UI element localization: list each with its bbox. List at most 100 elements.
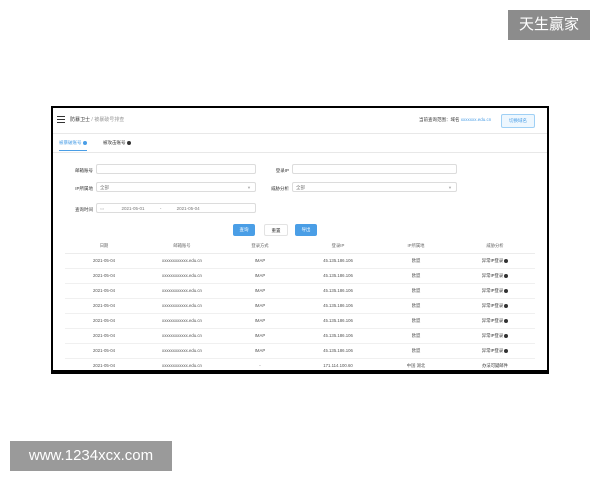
threat-text: 异常IP登录 <box>481 258 504 263</box>
col-date: 日期 <box>99 243 109 248</box>
cell-threat[interactable]: 异常IP登录 <box>455 299 535 313</box>
cell-login-method: - <box>259 363 261 368</box>
cell-threat[interactable]: 异常IP登录 <box>455 329 535 343</box>
info-icon[interactable] <box>126 140 131 145</box>
threat-text: 异常IP登录 <box>481 273 504 278</box>
login-ip-input[interactable] <box>292 164 457 174</box>
switch-domain-button[interactable]: 切换域名 <box>501 114 535 128</box>
cell-login-method: IMAP <box>254 318 266 323</box>
cell-ip-region: 欧盟 <box>411 348 421 353</box>
threat-label: 威胁分析 <box>271 186 289 191</box>
breadcrumb-app[interactable]: 防暴卫士 <box>70 117 90 123</box>
cell-login-ip: 45.135.186.106 <box>323 333 353 338</box>
cell-account: xxxxxxxxxxxx.edu.cn <box>162 363 202 368</box>
col-account: 邮箱账号 <box>173 243 191 248</box>
threat-text: 异常IP登录 <box>481 318 504 323</box>
help-icon[interactable] <box>504 288 509 293</box>
cell-date: 2021-05-04 <box>93 348 115 353</box>
threat-text: 异常IP登录 <box>481 348 504 353</box>
col-login-ip: 登录IP <box>331 243 345 248</box>
cell-date: 2021-05-04 <box>93 318 115 323</box>
threat-text: 异常IP登录 <box>481 303 504 308</box>
help-icon[interactable] <box>504 318 509 323</box>
help-icon[interactable] <box>504 258 509 263</box>
ip-region-select[interactable]: 全部 ▼ <box>96 182 256 192</box>
table-row[interactable]: 2021-05-04 xxxxxxxxxxxx.edu.cn IMAP 45.1… <box>65 269 535 284</box>
date-range-picker[interactable]: ▭ 2021-05-01 - 2021-05-04 <box>96 203 256 213</box>
cell-login-method: IMAP <box>254 348 266 353</box>
query-range-value: xxxxxxx.edu.cn <box>460 117 492 122</box>
table-row[interactable]: 2021-05-04 xxxxxxxxxxxx.edu.cn IMAP 45.1… <box>65 329 535 344</box>
cell-date: 2021-05-04 <box>93 303 115 308</box>
cell-login-method: IMAP <box>254 288 266 293</box>
cell-ip-region: 欧盟 <box>411 333 421 338</box>
cell-ip-region: 欧盟 <box>411 288 421 293</box>
help-icon[interactable] <box>504 273 509 278</box>
table-row[interactable]: 2021-05-04 xxxxxxxxxxxx.edu.cn IMAP 45.1… <box>65 299 535 314</box>
threat-select[interactable]: 全部 ▼ <box>292 182 457 192</box>
cell-account: xxxxxxxxxxxx.edu.cn <box>162 318 202 323</box>
cell-date: 2021-05-04 <box>93 258 115 263</box>
cell-date: 2021-05-04 <box>93 273 115 278</box>
cell-account: xxxxxxxxxxxx.edu.cn <box>162 258 202 263</box>
breadcrumb-page: 被暴破号排查 <box>94 117 125 123</box>
date-start: 2021-05-01 <box>121 206 145 211</box>
help-icon[interactable] <box>504 303 509 308</box>
table-row[interactable]: 2021-05-04 xxxxxxxxxxxx.edu.cn IMAP 45.1… <box>65 254 535 269</box>
cell-date: 2021-05-04 <box>93 288 115 293</box>
query-time-label: 查询时间 <box>75 207 93 212</box>
cell-login-method: IMAP <box>254 273 266 278</box>
cell-login-ip: 45.135.186.106 <box>323 288 353 293</box>
cell-threat[interactable]: 异常IP登录 <box>455 254 535 268</box>
menu-icon[interactable] <box>57 116 65 123</box>
query-range-label: 当前查询范围：域名 <box>419 117 460 122</box>
tab-bar: 被暴破账号 被攻击账号 <box>53 134 547 153</box>
info-icon[interactable] <box>82 140 87 145</box>
cell-login-method: IMAP <box>254 303 266 308</box>
top-bar: 防暴卫士 / 被暴破号排查 当前查询范围：域名 xxxxxxx.edu.cn 切… <box>53 108 547 134</box>
query-range: 当前查询范围：域名 xxxxxxx.edu.cn <box>419 117 491 123</box>
cell-login-ip: 45.135.186.106 <box>323 318 353 323</box>
threat-value: 全部 <box>296 185 305 190</box>
cell-threat[interactable]: 异常IP登录 <box>455 284 535 298</box>
date-end: 2021-05-04 <box>176 206 200 211</box>
cell-threat[interactable]: 异常IP登录 <box>455 314 535 328</box>
col-threat: 威胁分析 <box>486 243 504 248</box>
table-row[interactable]: 2021-05-04 xxxxxxxxxxxx.edu.cn IMAP 45.1… <box>65 284 535 299</box>
threat-text: 异常IP登录 <box>481 333 504 338</box>
cell-ip-region: 中国 湖北 <box>406 363 426 368</box>
cell-threat[interactable]: 办法可疑邮件 <box>455 359 535 370</box>
account-label: 邮箱账号 <box>75 168 93 173</box>
ip-region-value: 全部 <box>100 185 109 190</box>
tab-cracked-accounts[interactable]: 被暴破账号 <box>59 140 87 151</box>
cell-ip-region: 欧盟 <box>411 318 421 323</box>
export-button[interactable]: 导出 <box>295 224 317 236</box>
help-icon[interactable] <box>504 348 509 353</box>
cell-login-method: IMAP <box>254 333 266 338</box>
date-separator: - <box>159 206 162 211</box>
table-row[interactable]: 2021-05-04 xxxxxxxxxxxx.edu.cn IMAP 45.1… <box>65 314 535 329</box>
cell-date: 2021-05-04 <box>93 363 115 368</box>
cell-account: xxxxxxxxxxxx.edu.cn <box>162 348 202 353</box>
tab-label: 被暴破账号 <box>59 140 82 145</box>
watermark-bottom: www.1234xcx.com <box>10 441 172 471</box>
tab-attacked-accounts[interactable]: 被攻击账号 <box>103 140 131 146</box>
tab-label: 被攻击账号 <box>103 140 126 145</box>
cell-ip-region: 欧盟 <box>411 258 421 263</box>
reset-button[interactable]: 重置 <box>264 224 288 236</box>
col-ip-region: IP所属地 <box>407 243 425 248</box>
breadcrumb-separator: / <box>91 117 93 123</box>
cell-threat[interactable]: 异常IP登录 <box>455 269 535 283</box>
cell-account: xxxxxxxxxxxx.edu.cn <box>162 333 202 338</box>
cell-threat[interactable]: 异常IP登录 <box>455 344 535 358</box>
cell-date: 2021-05-04 <box>93 333 115 338</box>
help-icon[interactable] <box>504 333 509 338</box>
breadcrumb: 防暴卫士 / 被暴破号排查 <box>70 116 124 123</box>
account-input[interactable] <box>96 164 256 174</box>
cell-login-ip: 45.135.186.106 <box>323 303 353 308</box>
table-row[interactable]: 2021-05-04 xxxxxxxxxxxx.edu.cn - 171.114… <box>65 359 535 370</box>
query-button[interactable]: 查询 <box>233 224 255 236</box>
table-row[interactable]: 2021-05-04 xxxxxxxxxxxx.edu.cn IMAP 45.1… <box>65 344 535 359</box>
app-screen: 防暴卫士 / 被暴破号排查 当前查询范围：域名 xxxxxxx.edu.cn 切… <box>53 108 547 370</box>
col-login-method: 登录方式 <box>251 243 269 248</box>
